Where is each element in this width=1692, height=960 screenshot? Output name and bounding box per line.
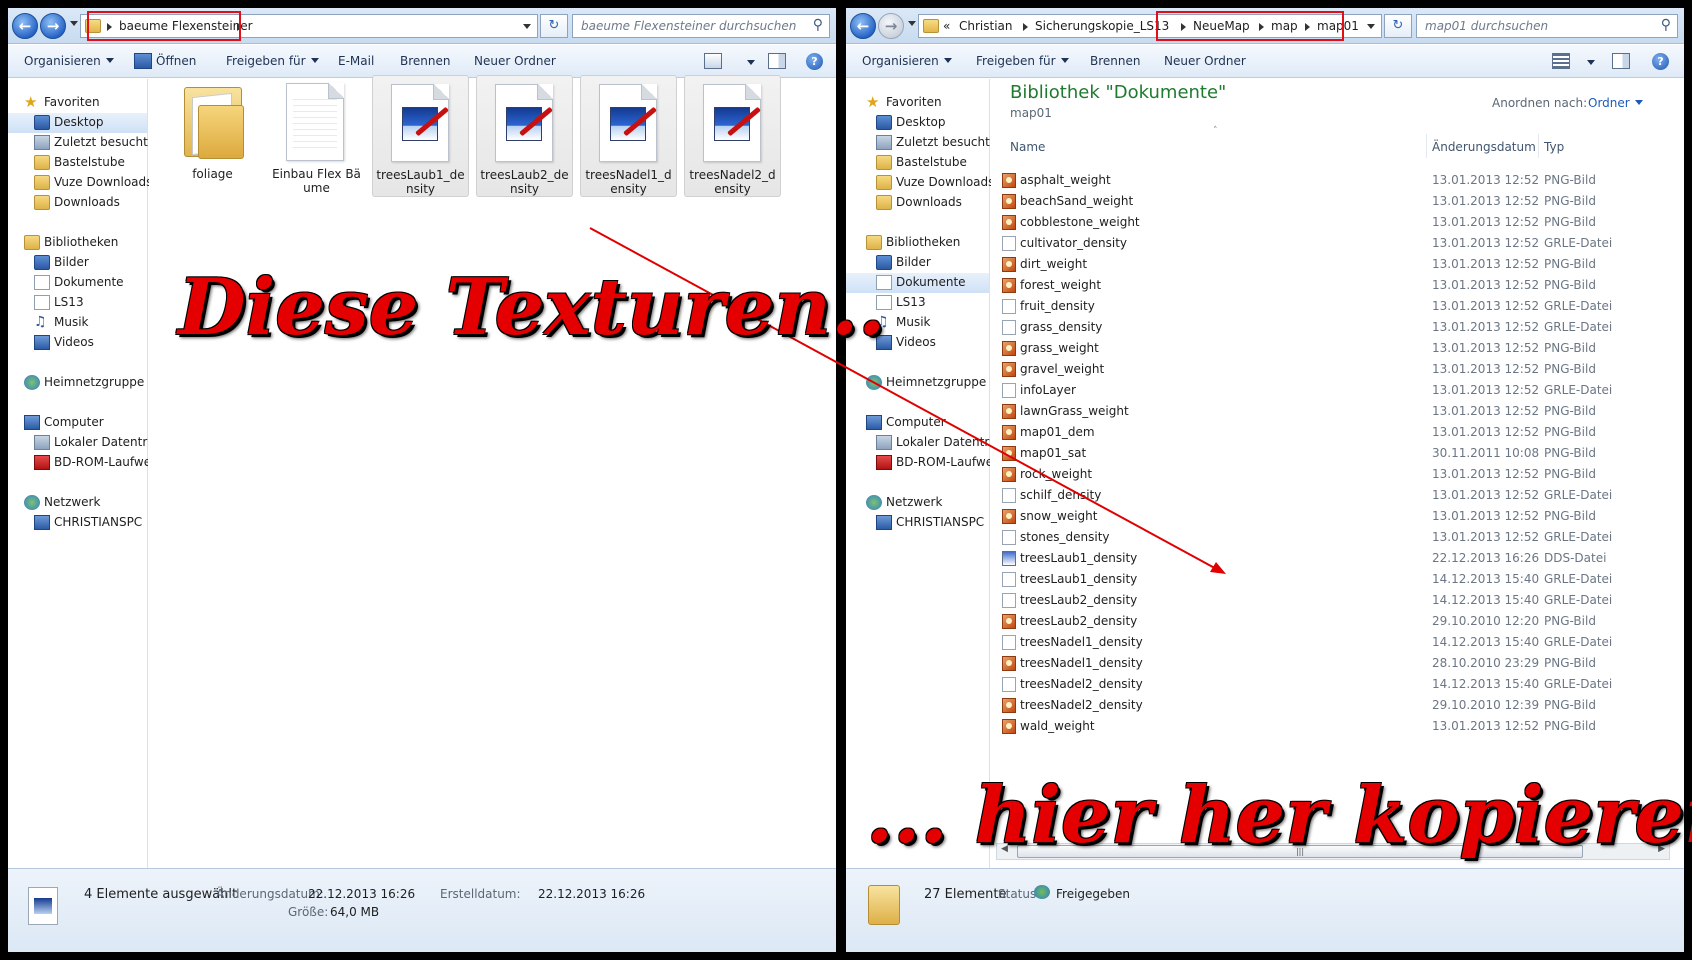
annotation-bottom: ... hier her kopieren	[866, 770, 1692, 861]
screenshot: ← → baeume Flexensteiner ↻ baeume Flexen…	[0, 0, 1692, 960]
arrow-head-icon	[1210, 562, 1226, 574]
annotation-top: Diese Texturen..	[178, 262, 886, 353]
